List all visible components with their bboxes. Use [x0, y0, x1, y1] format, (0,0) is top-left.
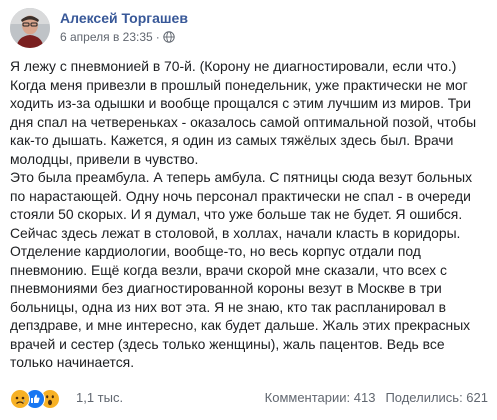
- reaction-count[interactable]: 1,1 тыс.: [76, 390, 123, 405]
- post-footer: 1,1 тыс. Комментарии: 413 Поделились: 621: [10, 386, 488, 412]
- comments-count-link[interactable]: Комментарии: 413: [265, 390, 376, 405]
- sad-reaction-icon[interactable]: [10, 389, 30, 409]
- author-avatar[interactable]: [10, 8, 50, 48]
- post-body: Я лежу с пневмонией в 70-й. (Корону не д…: [10, 57, 490, 372]
- post-meta: 6 апреля в 23:35 ·: [60, 30, 175, 46]
- meta-separator: ·: [155, 30, 160, 44]
- post-paragraph: Это была преамбула. А теперь амбула. С п…: [10, 169, 473, 370]
- shares-count-link[interactable]: Поделились: 621: [385, 390, 488, 405]
- post-header: Алексей Торгашев 6 апреля в 23:35 ·: [10, 8, 480, 50]
- post-stats: Комментарии: 413 Поделились: 621: [265, 390, 488, 405]
- author-name-link[interactable]: Алексей Торгашев: [60, 10, 188, 26]
- globe-icon[interactable]: [163, 31, 175, 46]
- post-paragraph: Я лежу с пневмонией в 70-й. (Корону не д…: [10, 58, 477, 167]
- post-timestamp-link[interactable]: 6 апреля в 23:35: [60, 30, 153, 44]
- facebook-post: Алексей Торгашев 6 апреля в 23:35 · Я леж…: [0, 0, 497, 420]
